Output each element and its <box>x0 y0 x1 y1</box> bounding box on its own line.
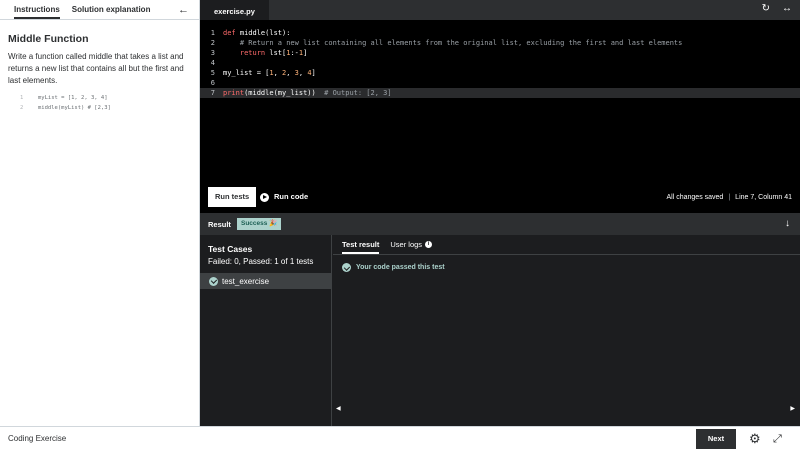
code-editor[interactable]: 1 def middle(lst): 2 # Return a new list c… <box>200 20 800 184</box>
arrow-down-icon[interactable]: ↓ <box>785 218 790 229</box>
check-circle-icon <box>209 276 218 286</box>
line-number: 2 <box>210 39 215 47</box>
run-code-label: Run code <box>274 192 309 201</box>
code-token: middle(lst): <box>239 29 291 37</box>
status-badge-label: Success <box>241 220 268 227</box>
footer-title: Coding Exercise <box>8 434 67 443</box>
expand-horizontal-icon[interactable]: ↔ <box>782 3 792 14</box>
example-line-number: 1 <box>20 95 24 101</box>
code-line[interactable]: 1 def middle(lst): <box>200 28 800 38</box>
exercise-title: Middle Function <box>8 33 89 45</box>
editor-toolbar: Run tests Run code All changes saved | Lin… <box>200 184 800 213</box>
run-tests-button[interactable]: Run tests <box>208 187 257 207</box>
code-line[interactable]: 6 <box>200 78 800 88</box>
file-tab-exercise[interactable]: exercise.py <box>200 0 269 20</box>
scroll-right-icon[interactable]: ▶ <box>790 405 795 412</box>
code-token: :- <box>290 49 299 57</box>
cursor-position: Line 7, Column 41 <box>735 194 792 201</box>
code-line[interactable]: 3 return lst[1:-1] <box>200 48 800 58</box>
play-icon <box>260 192 269 202</box>
example-code: 1 myList = [1, 2, 3, 4] 2 middle(myList)… <box>20 93 199 113</box>
result-tabs: Test result User logs i <box>333 235 800 255</box>
code-token: , <box>273 69 283 77</box>
status-separator: | <box>728 194 731 201</box>
arrow-left-icon[interactable]: ← <box>178 4 189 16</box>
example-line: 2 middle(myList) # [2,3] <box>20 103 199 113</box>
scroll-left-icon[interactable]: ◀ <box>336 405 341 412</box>
info-icon: i <box>425 241 433 248</box>
test-case-name: test_exercise <box>222 276 270 286</box>
code-token: lst[ <box>269 49 287 57</box>
code-token: (middle(my_list)) <box>244 89 325 97</box>
reset-icon[interactable]: ↻ <box>762 3 770 14</box>
code-token: # Output: [2, 3] <box>324 89 392 97</box>
line-number: 5 <box>210 69 215 77</box>
code-line[interactable]: 4 <box>200 58 800 68</box>
result-label: Result <box>208 220 231 229</box>
example-line-number: 2 <box>20 105 24 111</box>
pass-message-row: Your code passed this test <box>342 263 800 272</box>
instructions-panel: Instructions Solution explanation ← Midd… <box>0 0 200 426</box>
test-result-panel: Test result User logs i Your code passed… <box>333 235 800 426</box>
exercise-description: Write a function called middle that take… <box>8 52 184 85</box>
code-token: ] <box>303 49 308 57</box>
check-circle-icon <box>342 263 351 272</box>
code-token: return <box>239 49 270 57</box>
code-token: ] <box>311 69 316 77</box>
line-number: 1 <box>210 29 215 37</box>
test-cases-title: Test Cases <box>208 244 253 254</box>
code-token: # Return a new list containing all eleme… <box>223 39 683 47</box>
line-number: 7 <box>210 89 215 97</box>
tab-instructions[interactable]: Instructions <box>14 5 60 19</box>
example-line: 1 myList = [1, 2, 3, 4] <box>20 93 199 103</box>
tab-label: User logs <box>390 240 423 249</box>
code-token: , <box>286 69 295 77</box>
test-case-item[interactable]: test_exercise <box>200 273 332 289</box>
line-number: 4 <box>210 59 215 67</box>
editor-panel: exercise.py ↻ ↔ 1 def middle(lst): 2 # Ret… <box>200 0 800 426</box>
collapse-icon[interactable]: ⤢ <box>773 431 782 447</box>
coding-exercise-page: Instructions Solution explanation ← Midd… <box>0 0 800 450</box>
code-token: print <box>223 89 245 97</box>
code-line[interactable]: 7 print(middle(my_list)) # Output: [2, 3] <box>200 88 800 98</box>
pass-message: Your code passed this test <box>356 264 445 271</box>
tab-solution-explanation[interactable]: Solution explanation <box>72 5 151 19</box>
line-number: 3 <box>210 49 215 57</box>
save-status: All changes saved <box>666 194 724 201</box>
code-line[interactable]: 2 # Return a new list containing all ele… <box>200 38 800 48</box>
gear-icon[interactable]: ⚙ <box>749 431 761 447</box>
file-tab-bar: exercise.py ↻ ↔ <box>200 0 800 20</box>
status-badge: Success 🎉 <box>237 218 282 230</box>
line-number: 6 <box>210 79 215 87</box>
editor-actions: ↻ ↔ <box>762 3 792 14</box>
test-cases-panel: Test Cases Failed: 0, Passed: 1 of 1 tes… <box>200 235 332 426</box>
party-icon: 🎉 <box>269 220 278 227</box>
test-summary: Failed: 0, Passed: 1 of 1 tests <box>208 257 314 266</box>
status-bar: All changes saved | Line 7, Column 41 <box>667 194 792 201</box>
result-header: Result Success 🎉 ↓ <box>200 213 800 235</box>
code-line[interactable]: 5 my_list = [1, 2, 3, 4] <box>200 68 800 78</box>
tab-user-logs[interactable]: User logs i <box>390 240 433 254</box>
tab-test-result[interactable]: Test result <box>342 240 380 254</box>
next-button[interactable]: Next <box>696 429 736 449</box>
footer-bar: Coding Exercise Next ⚙ ⤢ <box>0 426 800 450</box>
tab-label: Test result <box>342 240 380 249</box>
run-code-button[interactable]: Run code <box>260 187 308 207</box>
instruction-tabs: Instructions Solution explanation ← <box>0 0 199 20</box>
example-line-code: middle(myList) # [2,3] <box>38 105 111 111</box>
example-line-code: myList = [1, 2, 3, 4] <box>38 95 108 101</box>
code-token: def <box>223 29 240 37</box>
code-token: my_list = [ <box>223 69 270 77</box>
